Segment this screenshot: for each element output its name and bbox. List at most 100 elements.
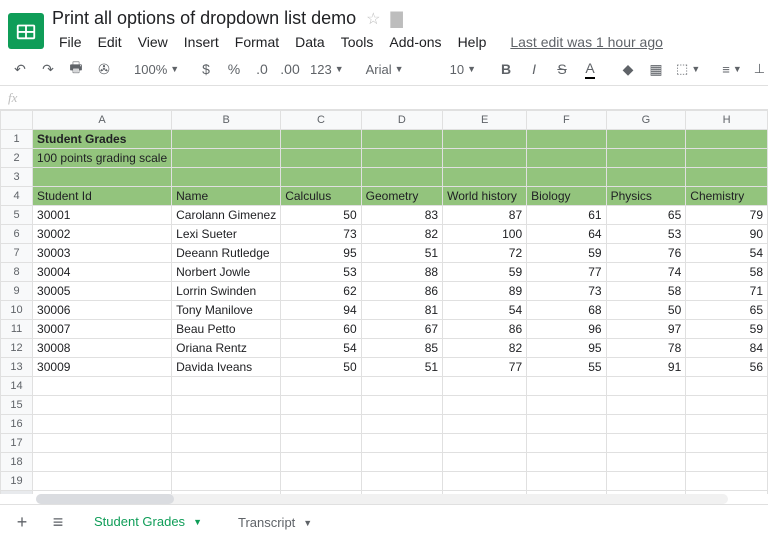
cell[interactable]: 82 [361,225,442,244]
cell[interactable]: 59 [443,263,527,282]
col-header[interactable]: D [361,111,442,130]
cell[interactable] [281,472,361,491]
row-header[interactable]: 17 [1,434,33,453]
cell[interactable] [281,149,361,168]
cell[interactable]: 100 [443,225,527,244]
last-edit[interactable]: Last edit was 1 hour ago [503,31,670,53]
cell[interactable]: 85 [361,339,442,358]
row-header[interactable]: 13 [1,358,33,377]
cell[interactable] [33,434,172,453]
cell[interactable]: 30002 [33,225,172,244]
cell[interactable]: 30004 [33,263,172,282]
cell[interactable]: 61 [527,206,606,225]
cell[interactable]: Biology [527,187,606,206]
cell[interactable]: 91 [606,358,686,377]
row-header[interactable]: 18 [1,453,33,472]
cell[interactable] [606,377,686,396]
cell[interactable] [443,130,527,149]
cell[interactable] [443,472,527,491]
fill-color-icon[interactable]: ◆ [616,56,640,82]
cell[interactable] [686,453,768,472]
cell[interactable] [172,453,281,472]
strikethrough-icon[interactable]: S [550,56,574,82]
cell[interactable]: 58 [606,282,686,301]
cell[interactable] [443,453,527,472]
cell[interactable]: 59 [527,244,606,263]
cell[interactable]: 62 [281,282,361,301]
cell[interactable]: Lexi Sueter [172,225,281,244]
formula-bar[interactable]: fx [0,86,768,110]
cell[interactable] [172,472,281,491]
cell[interactable] [443,377,527,396]
cell[interactable] [527,472,606,491]
cell[interactable]: 59 [686,320,768,339]
cell[interactable]: 86 [443,320,527,339]
cell[interactable] [686,415,768,434]
cell[interactable]: 30003 [33,244,172,263]
cell[interactable]: 79 [686,206,768,225]
cell[interactable]: 30006 [33,301,172,320]
row-header[interactable]: 1 [1,130,33,149]
cell[interactable]: Tony Manilove [172,301,281,320]
row-header[interactable]: 12 [1,339,33,358]
cell[interactable] [527,396,606,415]
cell[interactable]: World history [443,187,527,206]
col-header[interactable]: G [606,111,686,130]
cell[interactable]: 68 [527,301,606,320]
menu-addons[interactable]: Add-ons [382,31,448,53]
cell[interactable]: Chemistry [686,187,768,206]
tab-student-grades[interactable]: Student Grades▼ [80,505,216,533]
cell[interactable]: 95 [527,339,606,358]
cell[interactable] [172,130,281,149]
currency-icon[interactable]: $ [194,56,218,82]
cell[interactable]: 65 [606,206,686,225]
menu-edit[interactable]: Edit [91,31,129,53]
cell[interactable] [361,149,442,168]
spreadsheet-grid[interactable]: ABCDEFGH1Student Grades2100 points gradi… [0,110,768,494]
cell[interactable] [172,168,281,187]
col-header[interactable]: E [443,111,527,130]
cell[interactable] [361,453,442,472]
cell[interactable] [281,396,361,415]
cell[interactable]: 30007 [33,320,172,339]
cell[interactable]: 73 [527,282,606,301]
cell[interactable] [686,434,768,453]
cell[interactable]: Lorrin Swinden [172,282,281,301]
percent-icon[interactable]: % [222,56,246,82]
cell[interactable]: 73 [281,225,361,244]
number-format-select[interactable]: 123▼ [306,62,348,77]
cell[interactable]: 95 [281,244,361,263]
cell[interactable]: 89 [443,282,527,301]
text-color-icon[interactable]: A [578,56,602,82]
cell[interactable] [606,396,686,415]
cell[interactable] [527,434,606,453]
row-header[interactable]: 6 [1,225,33,244]
row-header[interactable]: 19 [1,472,33,491]
cell[interactable]: Oriana Rentz [172,339,281,358]
cell[interactable]: Name [172,187,281,206]
cell[interactable]: 54 [443,301,527,320]
cell[interactable]: 67 [361,320,442,339]
cell[interactable] [361,377,442,396]
cell[interactable]: 84 [686,339,768,358]
add-sheet-icon[interactable]: + [8,509,36,533]
cell[interactable] [527,149,606,168]
cell[interactable]: 56 [686,358,768,377]
cell[interactable]: 64 [527,225,606,244]
cell[interactable] [527,453,606,472]
cell[interactable]: 90 [686,225,768,244]
cell[interactable]: 81 [361,301,442,320]
bold-icon[interactable]: B [494,56,518,82]
col-header[interactable]: F [527,111,606,130]
menu-format[interactable]: Format [228,31,286,53]
row-header[interactable]: 5 [1,206,33,225]
cell[interactable] [443,168,527,187]
cell[interactable]: 94 [281,301,361,320]
cell[interactable] [172,377,281,396]
row-header[interactable]: 4 [1,187,33,206]
row-header[interactable]: 14 [1,377,33,396]
cell[interactable]: 82 [443,339,527,358]
cell[interactable]: 65 [686,301,768,320]
cell[interactable] [443,434,527,453]
cell[interactable] [281,168,361,187]
